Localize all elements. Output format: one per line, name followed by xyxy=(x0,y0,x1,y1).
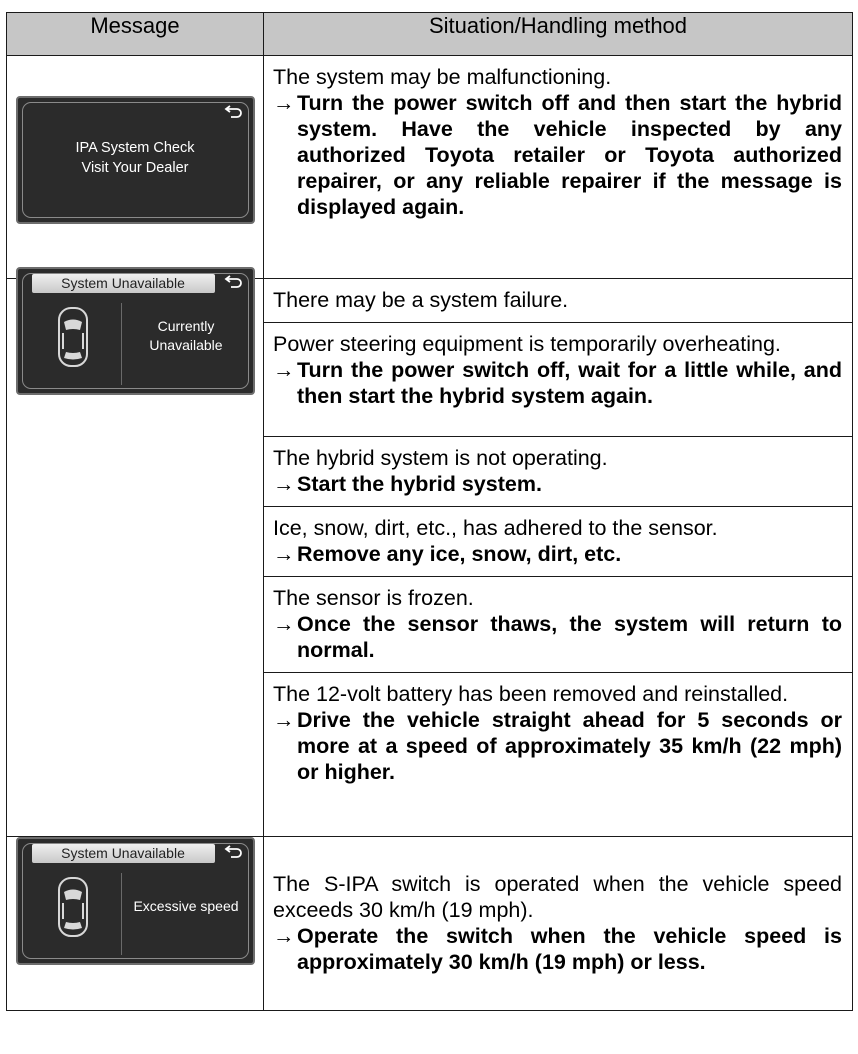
situation-text: The system may be malfunctioning. xyxy=(273,65,612,89)
table-row: System Unavailable Excessive speed The S… xyxy=(6,836,853,1011)
situation-text: There may be a system failure. xyxy=(273,288,569,312)
handling-text: Once the sensor thaws, the system will r… xyxy=(297,612,842,662)
status-banner: System Unavailable xyxy=(31,844,215,863)
handling-block: → Drive the vehicle straight ahead for 5… xyxy=(273,707,842,785)
table-row: System Unavailable Currently Unavailable… xyxy=(6,267,853,837)
situation-cell: The sensor is frozen. → Once the sensor … xyxy=(263,576,853,673)
arrow-icon: → xyxy=(273,542,295,566)
display-screen-ipa-check: IPA System Check Visit Your Dealer xyxy=(15,96,255,224)
car-top-view-icon xyxy=(57,877,88,937)
return-arrow-icon xyxy=(224,105,242,118)
situation-cell: The system may be malfunctioning. → Turn… xyxy=(263,55,853,279)
handling-text: Start the hybrid system. xyxy=(297,472,542,496)
arrow-icon: → xyxy=(273,358,295,382)
situation-cell: Ice, snow, dirt, etc., has adhered to th… xyxy=(263,506,853,577)
situation-cell: The S-IPA switch is operated when the ve… xyxy=(263,836,853,1011)
handling-block: → Operate the switch when the vehicle sp… xyxy=(273,923,842,975)
screen-line: Unavailable xyxy=(149,337,223,353)
display-screen-unavailable: System Unavailable Currently Unavailable xyxy=(15,267,255,395)
screen-divider xyxy=(120,873,122,955)
arrow-icon: → xyxy=(273,91,295,115)
message-table: Message Situation/Handling method IPA Sy… xyxy=(6,12,853,1011)
situation-cell: There may be a system failure. xyxy=(263,278,853,323)
handling-text: Drive the vehicle straight ahead for 5 s… xyxy=(297,708,842,784)
handling-block: → Start the hybrid system. xyxy=(273,471,842,497)
message-cell: System Unavailable Excessive speed xyxy=(6,836,264,1011)
message-cell: IPA System Check Visit Your Dealer xyxy=(6,55,264,279)
status-banner: System Unavailable xyxy=(31,274,215,293)
screen-line: Visit Your Dealer xyxy=(81,160,189,176)
situation-text: The S-IPA switch is operated when the ve… xyxy=(273,872,842,922)
screen-line: Currently xyxy=(157,318,215,334)
handling-text: Remove any ice, snow, dirt, etc. xyxy=(297,542,622,566)
display-screen-excessive-speed: System Unavailable Excessive speed xyxy=(15,837,255,965)
situation-text: Power steering equipment is temporarily … xyxy=(273,332,781,356)
message-cell: System Unavailable Currently Unavailable xyxy=(6,267,264,837)
handling-block: → Remove any ice, snow, dirt, etc. xyxy=(273,541,842,567)
situation-text: The sensor is frozen. xyxy=(273,586,474,610)
screen-divider xyxy=(120,303,122,385)
return-arrow-icon xyxy=(224,845,242,858)
header-message: Message xyxy=(6,12,264,56)
screen-message: Currently Unavailable xyxy=(124,317,249,355)
return-arrow-icon xyxy=(224,275,242,288)
arrow-icon: → xyxy=(273,612,295,636)
arrow-icon: → xyxy=(273,708,295,732)
handling-text: Operate the switch when the vehicle spee… xyxy=(297,924,842,974)
screen-message: IPA System Check Visit Your Dealer xyxy=(18,138,253,178)
arrow-icon: → xyxy=(273,472,295,496)
situation-cell: Power steering equipment is temporarily … xyxy=(263,322,853,437)
table-header-row: Message Situation/Handling method xyxy=(6,12,853,56)
situation-text: Ice, snow, dirt, etc., has adhered to th… xyxy=(273,516,718,540)
situation-text: The hybrid system is not operating. xyxy=(273,446,608,470)
arrow-icon: → xyxy=(273,924,295,948)
handling-text: Turn the power switch off, wait for a li… xyxy=(297,358,842,408)
screen-message: Excessive speed xyxy=(124,897,249,916)
car-top-view-icon xyxy=(57,307,88,367)
screen-line: Excessive speed xyxy=(133,898,239,914)
handling-block: → Turn the power switch off, wait for a … xyxy=(273,357,842,409)
situation-cell: The 12-volt battery has been removed and… xyxy=(263,672,853,837)
situation-text: The 12-volt battery has been removed and… xyxy=(273,682,789,706)
handling-block: → Turn the power switch off and then sta… xyxy=(273,90,842,220)
handling-text: Turn the power switch off and then start… xyxy=(297,91,842,219)
screen-line: IPA System Check xyxy=(75,140,195,156)
situation-cell: The hybrid system is not operating. → St… xyxy=(263,436,853,507)
handling-block: → Once the sensor thaws, the system will… xyxy=(273,611,842,663)
header-situation: Situation/Handling method xyxy=(263,12,853,56)
table-row: IPA System Check Visit Your Dealer The s… xyxy=(6,55,853,279)
